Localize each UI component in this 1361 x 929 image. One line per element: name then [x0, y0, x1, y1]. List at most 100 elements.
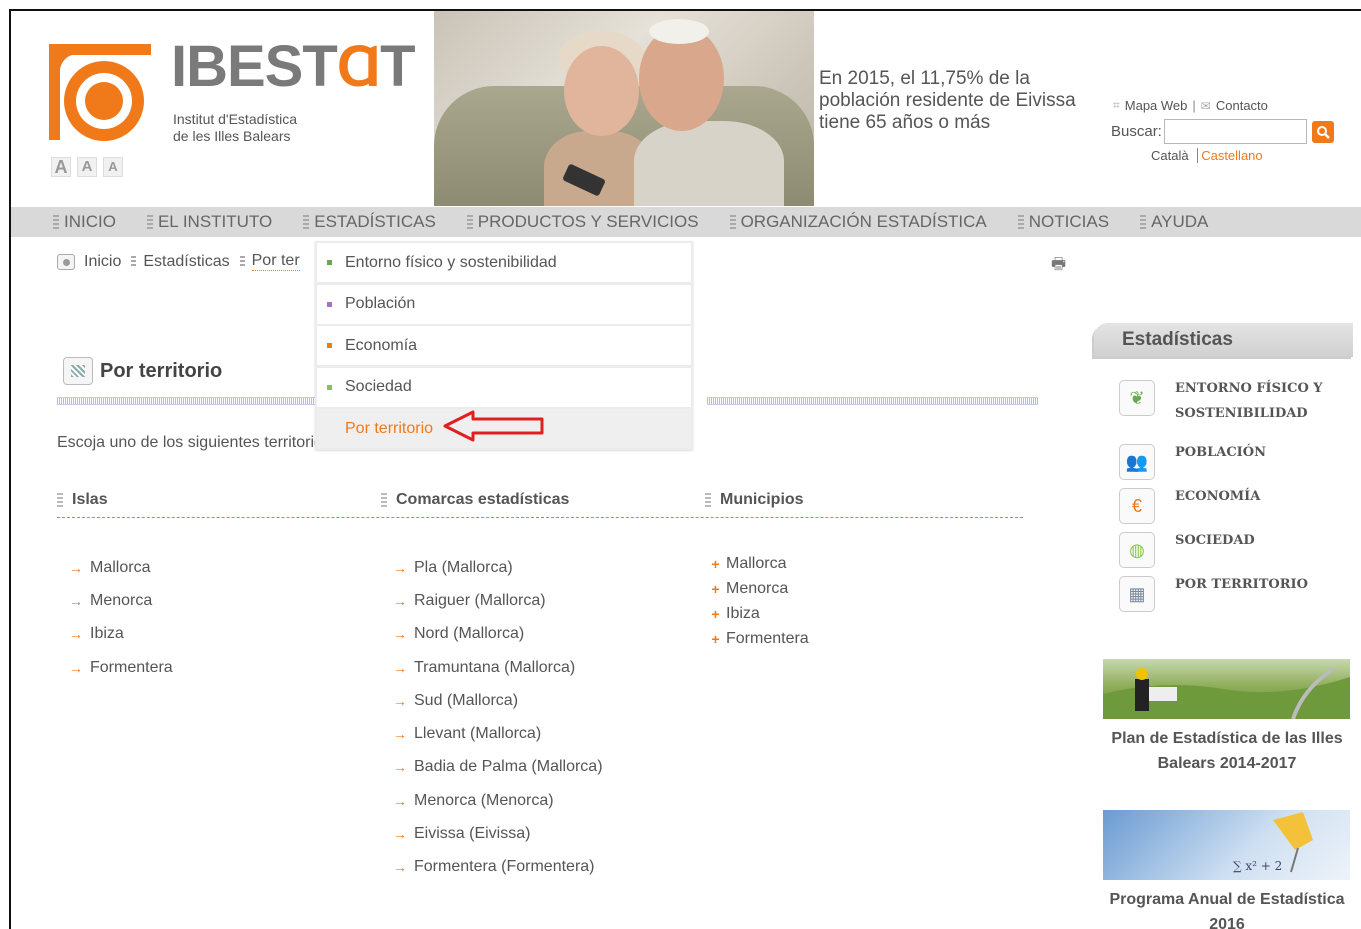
lang-spanish-link[interactable]: Castellano — [1197, 148, 1263, 163]
euro-icon: € — [1119, 488, 1155, 524]
list-item[interactable]: → Llevant (Mallorca) — [393, 717, 603, 750]
list-item[interactable]: → Eivissa (Eivissa) — [393, 817, 603, 850]
sidebar-item-por-territorio[interactable]: ▦ POR TERRITORIO — [1119, 576, 1325, 612]
sidebar-item-economia[interactable]: € ECONOMÍA — [1119, 488, 1325, 524]
lang-catalan-link[interactable]: Català — [1151, 148, 1189, 163]
arrow-right-icon: → — [69, 626, 83, 643]
sidebar-item-label: POR TERRITORIO — [1175, 577, 1308, 592]
nav-ayuda[interactable]: AYUDA — [1140, 212, 1208, 232]
sidebar-title: Estadísticas — [1122, 329, 1233, 350]
list-item[interactable]: → Pla (Mallorca) — [393, 551, 603, 584]
logo-subtitle-line1: Institut d'Estadística — [173, 111, 298, 127]
breadcrumb-section[interactable]: Estadísticas — [143, 253, 229, 271]
plan-estadistica-caption[interactable]: Plan de Estadística de las Illes Balears… — [1096, 726, 1358, 776]
list-item[interactable]: → Tramuntana (Mallorca) — [393, 651, 603, 684]
list-item[interactable]: + Ibiza — [705, 601, 809, 626]
dropdown-item-poblacion[interactable]: Población — [317, 284, 691, 324]
grip-icon — [729, 215, 736, 229]
banner-headline[interactable]: En 2015, el 11,75% de la población resid… — [819, 68, 1099, 134]
bullet-icon — [327, 260, 332, 265]
column-heading-text: Islas — [72, 491, 108, 508]
list-item[interactable]: + Menorca — [705, 576, 809, 601]
list-item[interactable]: → Menorca (Menorca) — [393, 784, 603, 817]
list-item[interactable]: → Raiguer (Mallorca) — [393, 584, 603, 617]
list-item[interactable]: + Mallorca — [705, 551, 809, 576]
banner-photo[interactable] — [434, 11, 814, 206]
site-map-link[interactable]: Mapa Web — [1125, 98, 1188, 113]
nav-label: NOTICIAS — [1028, 212, 1110, 231]
column-heading-text: Municipios — [720, 491, 804, 508]
home-icon[interactable] — [57, 253, 75, 270]
bullet-icon — [327, 426, 332, 431]
plus-icon: + — [711, 580, 720, 597]
list-item[interactable]: → Badia de Palma (Mallorca) — [393, 751, 603, 784]
nav-productos-servicios[interactable]: PRODUCTOS Y SERVICIOS — [466, 212, 699, 232]
list-item[interactable]: → Formentera (Formentera) — [393, 851, 603, 884]
list-item[interactable]: → Mallorca — [69, 551, 173, 584]
breadcrumb-home[interactable]: Inicio — [84, 253, 121, 271]
list-item[interactable]: → Sud (Mallorca) — [393, 684, 603, 717]
grip-icon — [705, 493, 711, 507]
search-input[interactable] — [1163, 119, 1307, 144]
nav-inicio[interactable]: INICIO — [53, 212, 116, 232]
arrow-right-icon: → — [393, 659, 407, 676]
nav-estadisticas[interactable]: ESTADÍSTICAS — [303, 212, 436, 232]
grip-icon — [146, 215, 153, 229]
search-button[interactable] — [1311, 120, 1334, 143]
bullet-icon — [327, 301, 332, 307]
search-label: Buscar: — [1111, 123, 1162, 140]
list-item[interactable]: → Formentera — [69, 651, 173, 684]
list-item[interactable]: → Menorca — [69, 584, 173, 617]
sidebar-item-entorno[interactable]: ❦ ENTORNO FÍSICO Y SOSTENIBILIDAD — [1119, 380, 1325, 426]
sidebar-item-sociedad[interactable]: ◍ SOCIEDAD — [1119, 532, 1325, 568]
sidebar-item-label: POBLACIÓN — [1175, 445, 1266, 460]
ibestat-logo-icon[interactable] — [49, 44, 151, 144]
programa-anual-caption[interactable]: Programa Anual de Estadística 2016 — [1096, 887, 1358, 929]
contact-link[interactable]: Contacto — [1216, 98, 1268, 113]
font-size-controls: A A A — [51, 157, 123, 177]
print-icon[interactable]: 🖶 — [1051, 253, 1066, 280]
comarcas-list: → Pla (Mallorca) → Raiguer (Mallorca) → Nor… — [393, 551, 603, 884]
nav-label: PRODUCTOS Y SERVICIOS — [477, 212, 699, 231]
list-item[interactable]: + Formentera — [705, 626, 808, 651]
column-heading-text: Comarcas estadísticas — [396, 491, 570, 508]
arrow-right-icon: → — [393, 692, 407, 709]
plan-estadistica-image[interactable] — [1103, 659, 1350, 719]
list-item[interactable]: → Nord (Mallorca) — [393, 618, 603, 651]
dropdown-item-sociedad[interactable]: Sociedad — [317, 367, 691, 407]
utility-links: ⌗ Mapa Web | ✉ Contacto — [1113, 98, 1268, 113]
dropdown-item-entorno[interactable]: Entorno físico y sostenibilidad — [317, 243, 691, 282]
sidebar-item-label: ECONOMÍA — [1175, 489, 1261, 504]
font-size-small-button[interactable]: A — [103, 157, 123, 177]
sidebar-item-poblacion[interactable]: 👥 POBLACIÓN — [1119, 444, 1325, 480]
dropdown-item-economia[interactable]: Economía — [317, 326, 691, 365]
logo-wordmark[interactable]: IBESTⱭT — [171, 33, 416, 100]
globe-icon: ◍ — [1119, 532, 1155, 568]
sidebar-title-tab: Estadísticas — [1094, 323, 1353, 357]
nav-organizacion[interactable]: ORGANIZACIÓN ESTADÍSTICA — [729, 212, 987, 232]
sidebar-item-label: ENTORNO FÍSICO Y SOSTENIBILIDAD — [1175, 381, 1323, 421]
nav-noticias[interactable]: NOTICIAS — [1017, 212, 1110, 232]
svg-text:∑ x² + 2: ∑ x² + 2 — [1233, 859, 1282, 873]
page-title: Por territorio — [63, 357, 222, 385]
nav-label: ESTADÍSTICAS — [314, 212, 436, 231]
title-rule-right — [707, 397, 1038, 405]
breadcrumb-current[interactable]: Por ter — [251, 252, 300, 271]
logo-subtitle: Institut d'Estadística de les Illes Bale… — [173, 111, 297, 145]
grip-icon — [1140, 215, 1147, 229]
logo-subtitle-line2: de les Illes Balears — [173, 128, 291, 144]
arrow-right-icon: → — [69, 559, 83, 576]
column-heading-islas: Islas — [57, 491, 108, 509]
landscape-illustration — [1103, 667, 1350, 719]
list-item[interactable]: → Ibiza — [69, 618, 173, 651]
link-separator: | — [1192, 98, 1196, 113]
nav-label: EL INSTITUTO — [157, 212, 273, 231]
grip-icon — [53, 215, 59, 229]
programa-anual-image[interactable]: ∑ x² + 2 — [1103, 810, 1350, 880]
pushpin-illustration: ∑ x² + 2 — [1233, 812, 1313, 873]
font-size-large-button[interactable]: A — [51, 157, 71, 177]
nav-el-instituto[interactable]: EL INSTITUTO — [146, 212, 273, 232]
arrow-right-icon: → — [393, 826, 407, 843]
font-size-medium-button[interactable]: A — [77, 157, 97, 177]
search-form: Buscar: — [1111, 119, 1334, 144]
